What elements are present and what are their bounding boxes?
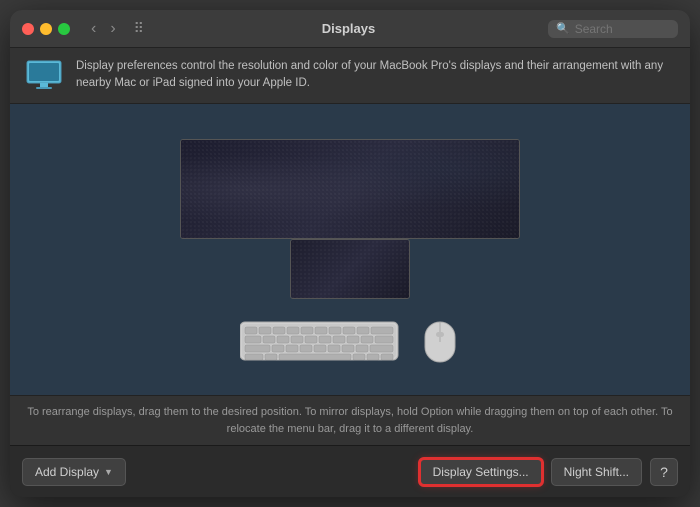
secondary-display[interactable] (290, 239, 410, 299)
keyboard-icon (240, 317, 400, 362)
nav-buttons: ‹ › (86, 18, 121, 40)
help-label: ? (660, 464, 668, 480)
info-bar: Display preferences control the resoluti… (10, 48, 690, 104)
search-bar[interactable]: 🔍 (548, 20, 678, 38)
instruction-bar: To rearrange displays, drag them to the … (10, 395, 690, 445)
help-button[interactable]: ? (650, 458, 678, 486)
traffic-lights (22, 23, 70, 35)
keyboard-mouse-area (240, 312, 460, 367)
displays-window: ‹ › ⠿ Displays 🔍 Display preferences con… (10, 10, 690, 497)
instruction-text: To rearrange displays, drag them to the … (27, 406, 672, 435)
titlebar: ‹ › ⠿ Displays 🔍 (10, 10, 690, 48)
mouse-icon (420, 312, 460, 367)
forward-button[interactable]: › (105, 18, 120, 40)
bottom-bar: Add Display ▼ Display Settings... Night … (10, 445, 690, 497)
display-canvas (160, 139, 540, 339)
grid-button[interactable]: ⠿ (129, 18, 149, 39)
back-button[interactable]: ‹ (86, 18, 101, 40)
close-button[interactable] (22, 23, 34, 35)
add-display-label: Add Display (35, 465, 99, 479)
display-area (10, 104, 690, 396)
chevron-down-icon: ▼ (104, 467, 113, 477)
night-shift-label: Night Shift... (564, 465, 629, 479)
display-settings-label: Display Settings... (433, 465, 529, 479)
search-input[interactable] (575, 22, 665, 36)
minimize-button[interactable] (40, 23, 52, 35)
monitor-icon (26, 60, 62, 90)
info-description: Display preferences control the resoluti… (76, 58, 674, 93)
display-settings-button[interactable]: Display Settings... (419, 458, 543, 486)
maximize-button[interactable] (58, 23, 70, 35)
night-shift-button[interactable]: Night Shift... (551, 458, 642, 486)
search-icon: 🔍 (556, 22, 570, 35)
main-display[interactable] (180, 139, 520, 239)
window-title: Displays (157, 21, 540, 36)
add-display-button[interactable]: Add Display ▼ (22, 458, 126, 486)
